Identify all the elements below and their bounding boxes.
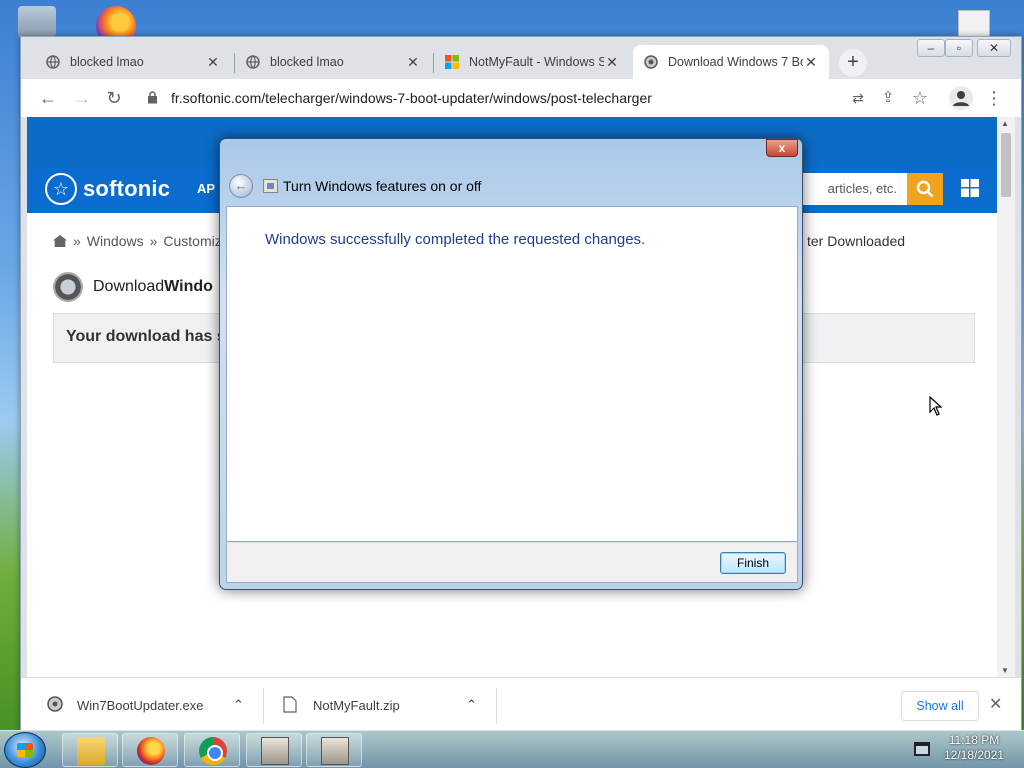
tab-close-icon[interactable]: ✕	[604, 54, 620, 71]
chrome-icon	[199, 737, 227, 765]
explorer-icon	[77, 737, 105, 765]
windows-features-dialog: x ← Turn Windows features on or off Wind…	[219, 138, 803, 590]
download-divider	[496, 688, 497, 724]
download-options-chevron-icon[interactable]: ⌃	[233, 690, 244, 720]
windows-platform-icon[interactable]	[961, 179, 979, 202]
tab-close-icon[interactable]: ✕	[803, 54, 819, 71]
microsoft-icon	[444, 54, 460, 70]
breadcrumb-separator: »	[149, 233, 158, 249]
nav-apps-link[interactable]: AP	[197, 181, 215, 196]
dialog-content: Windows successfully completed the reque…	[226, 206, 798, 542]
clock-date: 12/18/2021	[943, 748, 1005, 762]
globe-icon	[45, 54, 61, 70]
breadcrumb-customize[interactable]: Customiz	[163, 233, 221, 249]
reload-icon[interactable]: ↻	[103, 87, 125, 109]
app-icon	[261, 737, 289, 765]
dialog-footer: Finish	[226, 542, 798, 583]
softonic-icon	[643, 54, 659, 70]
taskbar-explorer[interactable]	[62, 733, 118, 767]
scroll-down-icon[interactable]: ▼	[1001, 666, 1009, 675]
recycle-bin-icon[interactable]	[18, 6, 56, 40]
breadcrumb-separator: »	[73, 233, 81, 249]
tab-close-icon[interactable]: ✕	[205, 54, 221, 71]
breadcrumb: » Windows » Customiz	[53, 233, 222, 249]
downloads-bar: Win7BootUpdater.exe ⌃ NotMyFault.zip ⌃ S…	[21, 677, 1021, 731]
dialog-close-button[interactable]: x	[766, 139, 798, 157]
restore-button[interactable]: ▫	[945, 39, 973, 57]
star-bookmark-icon[interactable]: ☆	[909, 87, 931, 109]
tab-label: blocked lmao	[70, 55, 144, 69]
browser-toolbar: ← → ↻ fr.softonic.com/telecharger/window…	[21, 79, 1021, 117]
download-item-win7bootupdater[interactable]: Win7BootUpdater.exe	[47, 690, 203, 720]
close-window-button[interactable]: ✕	[977, 39, 1011, 57]
breadcrumb-current: ter Downloaded	[807, 233, 906, 249]
translate-icon[interactable]: ⇄	[847, 87, 869, 109]
tab-blocked-1[interactable]: blocked lmao ✕	[35, 45, 231, 79]
download-filename: NotMyFault.zip	[313, 697, 400, 713]
system-clock[interactable]: 11:18 PM 12/18/2021	[938, 733, 1010, 763]
tab-label: Download Windows 7 Bo	[668, 55, 803, 69]
tab-strip: blocked lmao ✕ blocked lmao ✕ NotMyFault…	[21, 37, 1021, 79]
download-options-chevron-icon[interactable]: ⌃	[466, 690, 477, 720]
download-heading: Download Windo	[53, 272, 213, 302]
taskbar-app-2[interactable]	[306, 733, 362, 767]
download-heading-prefix: Download	[93, 278, 165, 295]
tab-blocked-2[interactable]: blocked lmao ✕	[235, 45, 431, 79]
taskbar-app-1[interactable]	[246, 733, 302, 767]
completion-message: Windows successfully completed the reque…	[265, 231, 646, 248]
taskbar-chrome[interactable]	[184, 733, 240, 767]
minimize-button[interactable]: –	[917, 39, 945, 57]
close-downloads-icon[interactable]: ✕	[989, 694, 1002, 714]
download-divider	[263, 688, 264, 724]
back-arrow-icon[interactable]: ←	[229, 174, 253, 198]
forward-icon[interactable]: →	[71, 87, 93, 109]
file-icon	[283, 696, 299, 714]
download-filename: Win7BootUpdater.exe	[77, 697, 204, 713]
softonic-logo[interactable]: ☆ softonic	[45, 173, 170, 205]
tab-label: blocked lmao	[270, 55, 344, 69]
dialog-title: Turn Windows features on or off	[283, 178, 482, 194]
softonic-star-icon: ☆	[45, 173, 77, 205]
breadcrumb-windows[interactable]: Windows	[87, 233, 144, 249]
taskbar	[0, 730, 1024, 768]
app-disc-icon	[53, 272, 83, 302]
app-disc-icon	[47, 696, 63, 714]
show-all-button[interactable]: Show all	[901, 691, 979, 721]
lock-icon[interactable]	[147, 91, 159, 105]
scroll-up-icon[interactable]: ▲	[1001, 119, 1009, 128]
page-scrollbar[interactable]: ▲ ▼	[997, 117, 1015, 677]
tab-download-windows7[interactable]: Download Windows 7 Bo ✕	[633, 45, 829, 79]
address-text[interactable]: fr.softonic.com/telecharger/windows-7-bo…	[171, 90, 652, 106]
download-item-notmyfault[interactable]: NotMyFault.zip	[283, 690, 400, 720]
firefox-icon	[137, 737, 165, 765]
scrollbar-thumb[interactable]	[1001, 133, 1011, 197]
globe-icon	[245, 54, 261, 70]
tab-label: NotMyFault - Windows S	[469, 55, 604, 69]
tab-close-icon[interactable]: ✕	[405, 54, 421, 71]
share-icon[interactable]: ⇪	[877, 87, 899, 109]
finish-button[interactable]: Finish	[720, 552, 786, 574]
menu-kebab-icon[interactable]: ⋮	[983, 87, 1005, 109]
new-tab-button[interactable]: +	[839, 49, 867, 77]
windows-features-icon	[263, 179, 278, 193]
app-icon	[321, 737, 349, 765]
address-bar[interactable]: fr.softonic.com/telecharger/windows-7-bo…	[141, 83, 969, 113]
clock-time: 11:18 PM	[948, 733, 1000, 747]
profile-avatar-icon[interactable]	[949, 86, 973, 110]
back-icon[interactable]: ←	[37, 87, 59, 109]
taskbar-firefox[interactable]	[122, 733, 178, 767]
start-button[interactable]	[4, 732, 46, 768]
network-tray-icon[interactable]	[914, 742, 930, 756]
home-icon[interactable]	[53, 235, 67, 247]
brand-name: softonic	[83, 176, 171, 201]
search-icon[interactable]	[907, 173, 943, 205]
tab-notmyfault[interactable]: NotMyFault - Windows S ✕	[434, 45, 630, 79]
download-heading-name: Windo	[164, 278, 213, 295]
